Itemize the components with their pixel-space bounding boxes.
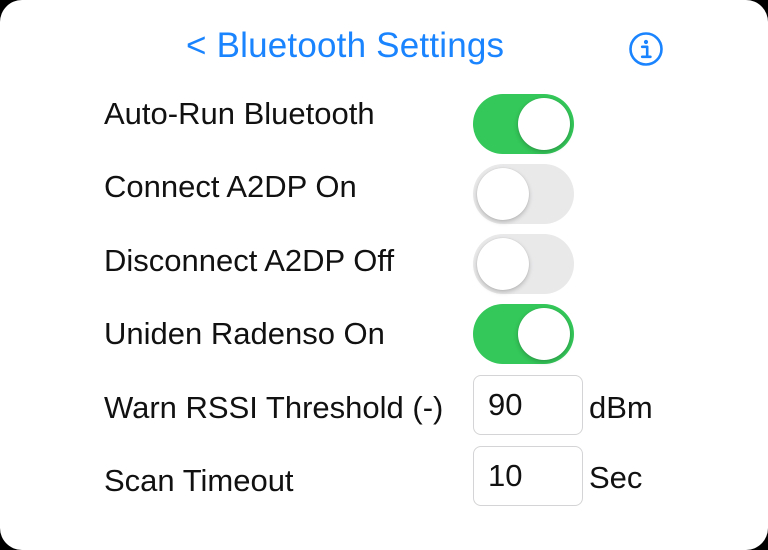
- toggle-knob: [518, 308, 570, 360]
- info-icon[interactable]: [628, 31, 664, 67]
- toggle-knob: [477, 238, 529, 290]
- bluetooth-settings-sheet: < Bluetooth Settings Auto-Run Bluetooth …: [0, 0, 768, 550]
- back-to-bluetooth-settings-link[interactable]: < Bluetooth Settings: [186, 26, 504, 66]
- disconnect-a2dp-off-toggle[interactable]: [473, 234, 574, 294]
- warn-rssi-threshold-label: Warn RSSI Threshold (-): [104, 390, 444, 425]
- auto-run-bluetooth-label: Auto-Run Bluetooth: [104, 96, 375, 131]
- connect-a2dp-on-label: Connect A2DP On: [104, 169, 357, 204]
- uniden-radenso-on-label: Uniden Radenso On: [104, 316, 385, 351]
- toggle-knob: [477, 168, 529, 220]
- uniden-radenso-on-toggle[interactable]: [473, 304, 574, 364]
- dbm-unit-label: dBm: [589, 390, 653, 425]
- toggle-knob: [518, 98, 570, 150]
- disconnect-a2dp-off-label: Disconnect A2DP Off: [104, 243, 395, 278]
- scan-timeout-label: Scan Timeout: [104, 463, 294, 498]
- connect-a2dp-on-toggle[interactable]: [473, 164, 574, 224]
- warn-rssi-threshold-input[interactable]: [473, 375, 583, 435]
- auto-run-bluetooth-toggle[interactable]: [473, 94, 574, 154]
- scan-timeout-input[interactable]: [473, 446, 583, 506]
- sec-unit-label: Sec: [589, 460, 643, 495]
